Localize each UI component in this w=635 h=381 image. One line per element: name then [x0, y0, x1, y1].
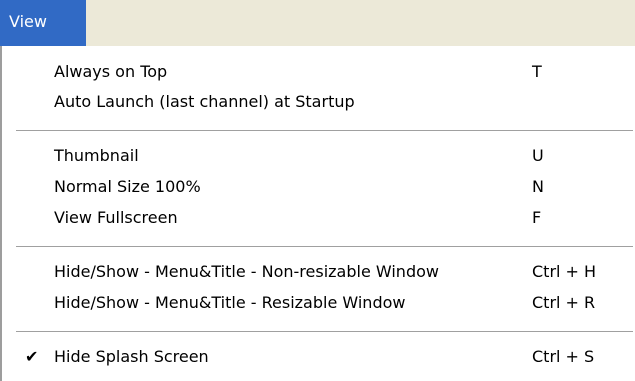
menu-item-always-on-top[interactable]: Always on Top T — [2, 58, 635, 88]
menu-separator — [16, 246, 633, 248]
menu-item-shortcut: T — [532, 62, 542, 81]
menu-item-hide-show-non-resizable[interactable]: Hide/Show - Menu&Title - Non-resizable W… — [2, 258, 635, 288]
menu-item-label: Auto Launch (last channel) at Startup — [54, 92, 355, 111]
menu-item-label: Hide/Show - Menu&Title - Resizable Windo… — [54, 293, 406, 312]
menu-item-shortcut: F — [532, 208, 542, 227]
menu-item-label: Thumbnail — [54, 146, 139, 165]
menu-item-thumbnail[interactable]: Thumbnail U — [2, 142, 635, 172]
menu-item-label: Always on Top — [54, 62, 168, 81]
menu-item-shortcut: Ctrl + R — [532, 293, 596, 312]
menu-item-label: Hide Splash Screen — [54, 347, 209, 366]
view-menu-title[interactable]: View — [0, 0, 86, 46]
view-menu-dropdown: Always on Top T Auto Launch (last channe… — [0, 46, 635, 381]
menu-item-label: View Fullscreen — [54, 208, 178, 227]
menu-item-label: Normal Size 100% — [54, 177, 201, 196]
menu-item-hide-show-resizable[interactable]: Hide/Show - Menu&Title - Resizable Windo… — [2, 289, 635, 319]
menu-bar: View — [0, 0, 635, 46]
checkmark-icon: ✔ — [25, 347, 39, 366]
menu-item-view-fullscreen[interactable]: View Fullscreen F — [2, 204, 635, 234]
menu-item-shortcut: Ctrl + S — [532, 347, 595, 366]
menu-item-label: Hide/Show - Menu&Title - Non-resizable W… — [54, 262, 439, 281]
menu-item-hide-splash-screen[interactable]: ✔ Hide Splash Screen Ctrl + S — [2, 343, 635, 373]
menu-item-shortcut: Ctrl + H — [532, 262, 597, 281]
menu-item-auto-launch[interactable]: Auto Launch (last channel) at Startup — [2, 88, 635, 118]
menu-item-shortcut: N — [532, 177, 544, 196]
menu-item-normal-size[interactable]: Normal Size 100% N — [2, 173, 635, 203]
menu-separator — [16, 130, 633, 132]
menu-separator — [16, 331, 633, 333]
menu-item-shortcut: U — [532, 146, 544, 165]
